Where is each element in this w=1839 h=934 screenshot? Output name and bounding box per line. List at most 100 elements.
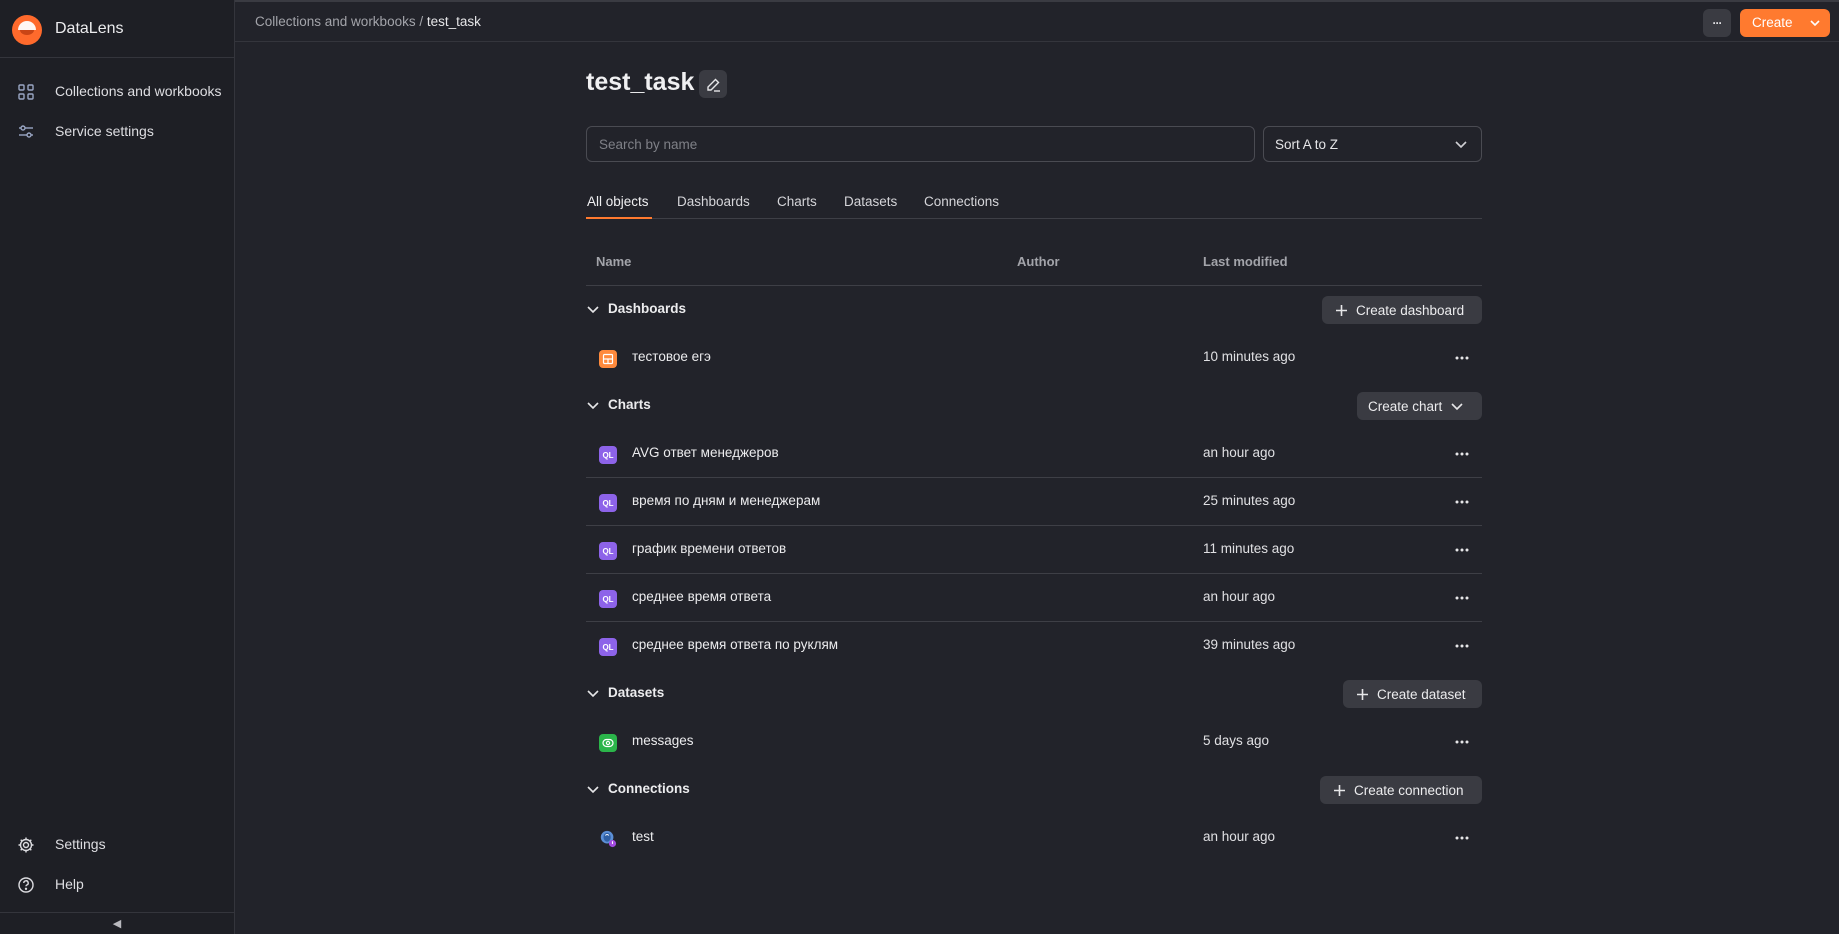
ql-chart-icon: QL: [599, 542, 617, 560]
sidebar-collapse-button[interactable]: ◀: [0, 912, 234, 934]
column-header-name[interactable]: Name: [596, 254, 631, 269]
more-dots-icon: [1455, 836, 1469, 840]
list-item[interactable]: QL AVG ответ менеджеров an hour ago: [586, 430, 1482, 478]
item-name[interactable]: среднее время ответа по руклям: [632, 637, 838, 652]
create-button[interactable]: Create: [1740, 9, 1830, 37]
sidebar-item-label: Collections and workbooks: [55, 83, 222, 99]
table-header: Name Author Last modified: [586, 243, 1482, 286]
item-modified: an hour ago: [1203, 829, 1276, 844]
list-item[interactable]: QL среднее время ответа по руклям 39 min…: [586, 622, 1482, 670]
list-item[interactable]: QL время по дням и менеджерам 25 minutes…: [586, 478, 1482, 526]
sidebar-item-label: Settings: [55, 836, 106, 852]
plus-icon: [1334, 784, 1345, 796]
list-item[interactable]: messages 5 days ago: [586, 718, 1482, 766]
item-more-button[interactable]: [1450, 490, 1474, 514]
column-header-modified[interactable]: Last modified: [1203, 254, 1288, 269]
breadcrumb-separator: /: [419, 14, 424, 29]
header-more-button[interactable]: ···: [1703, 9, 1731, 37]
group-dashboards: Dashboards Create dashboard: [586, 286, 1482, 334]
list-item[interactable]: QL среднее время ответа an hour ago: [586, 574, 1482, 622]
tab-all-objects[interactable]: All objects: [587, 194, 649, 209]
ql-chart-icon: QL: [599, 638, 617, 656]
item-modified: 5 days ago: [1203, 733, 1270, 748]
item-name[interactable]: время по дням и менеджерам: [632, 493, 820, 508]
breadcrumb-parent[interactable]: Collections and workbooks: [255, 14, 416, 29]
item-more-button[interactable]: [1450, 586, 1474, 610]
top-header: Collections and workbooks / test_task ··…: [235, 2, 1839, 42]
more-dots-icon: [1455, 596, 1469, 600]
item-name[interactable]: тестовое егэ: [632, 349, 711, 364]
item-more-button[interactable]: [1450, 730, 1474, 754]
sidebar-item-label: Service settings: [55, 123, 154, 139]
create-chart-button[interactable]: Create chart: [1357, 392, 1482, 420]
group-datasets: Datasets Create dataset: [586, 670, 1482, 718]
sort-select-value: Sort A to Z: [1275, 137, 1339, 152]
sidebar-item-label: Help: [55, 876, 84, 892]
tab-datasets[interactable]: Datasets: [844, 194, 897, 209]
brand[interactable]: DataLens: [0, 0, 234, 58]
pencil-icon: [706, 78, 720, 92]
plus-icon: [1357, 688, 1368, 700]
tab-charts[interactable]: Charts: [777, 194, 817, 209]
sidebar: DataLens Collections and workbooks Servi…: [0, 0, 235, 934]
help-icon: [18, 877, 34, 893]
column-header-author: Author: [1017, 254, 1060, 269]
group-charts: Charts Create chart: [586, 382, 1482, 430]
group-title: Datasets: [608, 685, 665, 700]
more-dots-icon: [1455, 548, 1469, 552]
item-name[interactable]: messages: [632, 733, 694, 748]
dataset-icon: [599, 734, 617, 752]
button-label: Create chart: [1368, 398, 1443, 414]
item-name[interactable]: график времени ответов: [632, 541, 786, 556]
ql-chart-icon: QL: [599, 590, 617, 608]
item-modified: an hour ago: [1203, 445, 1276, 460]
group-title: Charts: [608, 397, 651, 412]
item-more-button[interactable]: [1450, 346, 1474, 370]
list-item[interactable]: QL график времени ответов 11 minutes ago: [586, 526, 1482, 574]
object-tabs: All objects Dashboards Charts Datasets C…: [586, 186, 1482, 219]
list-item[interactable]: тестовое егэ 10 minutes ago: [586, 334, 1482, 382]
sidebar-item-help[interactable]: Help: [0, 865, 234, 905]
button-label: Create connection: [1354, 782, 1464, 798]
more-dots-icon: ···: [1712, 16, 1723, 30]
item-modified: 39 minutes ago: [1203, 637, 1296, 652]
item-modified: an hour ago: [1203, 589, 1276, 604]
item-name[interactable]: AVG ответ менеджеров: [632, 445, 779, 460]
chevron-down-icon[interactable]: [587, 305, 599, 314]
ql-chart-icon: QL: [599, 494, 617, 512]
page-title: test_task: [586, 68, 695, 96]
create-button-label: Create: [1752, 15, 1793, 30]
ql-chart-icon: QL: [599, 446, 617, 464]
tab-dashboards[interactable]: Dashboards: [677, 194, 750, 209]
more-dots-icon: [1455, 500, 1469, 504]
item-more-button[interactable]: [1450, 634, 1474, 658]
sort-select[interactable]: Sort A to Z: [1263, 126, 1482, 162]
edit-title-button[interactable]: [699, 70, 727, 98]
item-more-button[interactable]: [1450, 442, 1474, 466]
item-name[interactable]: test: [632, 829, 654, 844]
item-modified: 10 minutes ago: [1203, 349, 1296, 364]
item-more-button[interactable]: [1450, 826, 1474, 850]
chevron-down-icon[interactable]: [587, 689, 599, 698]
search-input[interactable]: [586, 126, 1255, 162]
item-more-button[interactable]: [1450, 538, 1474, 562]
sidebar-item-collections[interactable]: Collections and workbooks: [0, 72, 234, 112]
dashboard-icon: [599, 350, 617, 368]
sidebar-item-service-settings[interactable]: Service settings: [0, 112, 234, 152]
chevron-down-icon[interactable]: [587, 785, 599, 794]
more-dots-icon: [1455, 356, 1469, 360]
datalens-logo-icon: [12, 15, 42, 45]
item-name[interactable]: среднее время ответа: [632, 589, 771, 604]
sidebar-item-settings[interactable]: Settings: [0, 825, 234, 865]
item-modified: 11 minutes ago: [1203, 541, 1295, 556]
more-dots-icon: [1455, 644, 1469, 648]
list-item[interactable]: test an hour ago: [586, 814, 1482, 862]
create-connection-button[interactable]: Create connection: [1320, 776, 1482, 804]
create-dataset-button[interactable]: Create dataset: [1343, 680, 1482, 708]
group-title: Dashboards: [608, 301, 687, 316]
chevron-down-icon[interactable]: [587, 401, 599, 410]
tab-connections[interactable]: Connections: [924, 194, 999, 209]
grid-icon: [18, 84, 34, 100]
create-dashboard-button[interactable]: Create dashboard: [1322, 296, 1482, 324]
breadcrumb: Collections and workbooks / test_task: [255, 14, 481, 29]
